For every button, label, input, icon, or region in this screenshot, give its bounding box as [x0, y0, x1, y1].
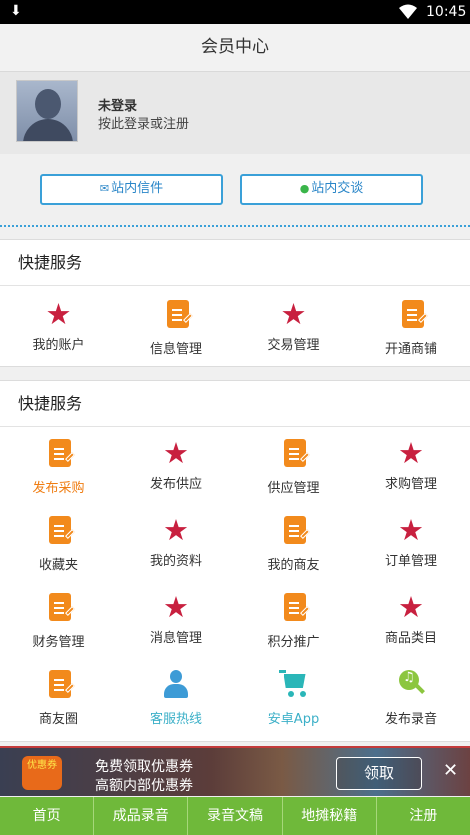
status-bar: ⬇ 10:45: [0, 0, 470, 24]
service-label: 发布录音: [384, 712, 437, 727]
tab-finished-recordings[interactable]: 成品录音: [94, 797, 189, 835]
avatar: [16, 80, 78, 142]
profile-name: 未登录: [98, 99, 138, 114]
status-time: 10:45: [426, 4, 467, 20]
wave-divider: [0, 225, 470, 229]
quick-services-section-1: 快捷服务 ★ 我的账户 信息管理 ★ 交易管理 开通商铺: [0, 239, 470, 367]
ad-line-2: 高额内部优惠券: [95, 778, 193, 794]
service-label: 财务管理: [32, 635, 85, 650]
star-icon: ★: [163, 436, 189, 470]
service-item[interactable]: 发布录音: [353, 670, 470, 727]
service-label: 求购管理: [384, 477, 437, 492]
doc-edit-icon: [49, 670, 75, 698]
service-item[interactable]: ★ 商品类目: [353, 590, 470, 647]
service-item[interactable]: ★ 我的账户: [0, 297, 117, 354]
service-label: 商友圈: [38, 712, 78, 727]
cart-icon: [278, 670, 309, 698]
service-item[interactable]: ★ 订单管理: [353, 513, 470, 570]
service-label: 客服热线: [149, 712, 202, 727]
quick-services-section-2: 快捷服务 发布采购 ★ 发布供应 供应管理 ★ 求购管理收藏夹 ★ 我的资料 我的商友 ★ 订单管理…: [0, 380, 470, 742]
service-label: 消息管理: [149, 631, 202, 646]
service-item[interactable]: 商友圈: [0, 670, 117, 727]
star-icon: ★: [280, 297, 307, 331]
section-title: 快捷服务: [0, 240, 470, 286]
star-icon: ★: [45, 297, 72, 331]
tab-stall-tips[interactable]: 地摊秘籍: [283, 797, 377, 835]
wifi-icon: [399, 4, 417, 19]
service-label: 开通商铺: [384, 342, 437, 357]
mail-icon: ✉: [99, 182, 110, 195]
service-item[interactable]: 积分推广: [235, 593, 352, 650]
service-item[interactable]: 安卓App: [235, 670, 352, 727]
service-label: 交易管理: [267, 338, 320, 353]
coupon-ad-banner[interactable]: 优惠券 免费领取优惠券 高额内部优惠券 领取 ✕: [0, 746, 470, 796]
service-label: 我的账户: [32, 338, 85, 353]
service-label: 我的商友: [267, 558, 320, 573]
service-label: 信息管理: [149, 342, 202, 357]
service-label: 安卓App: [267, 712, 320, 727]
star-icon: ★: [398, 513, 424, 547]
service-label: 供应管理: [267, 481, 320, 496]
login-profile-area[interactable]: [0, 72, 470, 154]
chat-icon: ●: [299, 182, 310, 195]
close-icon[interactable]: ✕: [443, 760, 458, 781]
service-label: 发布供应: [149, 477, 202, 492]
doc-edit-icon: [401, 300, 428, 328]
service-item[interactable]: ★ 我的资料: [118, 513, 235, 570]
service-label: 积分推广: [267, 635, 320, 650]
tab-home[interactable]: 首页: [0, 797, 95, 835]
service-label: 我的资料: [149, 554, 202, 569]
doc-edit-icon: [284, 593, 310, 621]
star-icon: ★: [163, 590, 189, 624]
coupon-logo: 优惠券: [22, 756, 62, 790]
service-item[interactable]: 财务管理: [0, 593, 117, 650]
profile-login-hint[interactable]: 按此登录或注册: [98, 113, 189, 132]
service-item[interactable]: ★ 求购管理: [353, 436, 470, 493]
service-item[interactable]: ★ 消息管理: [118, 590, 235, 647]
service-item[interactable]: 信息管理: [118, 300, 235, 357]
service-item[interactable]: 客服热线: [118, 670, 235, 727]
service-item[interactable]: ★ 交易管理: [235, 297, 352, 354]
star-icon: ★: [163, 513, 189, 547]
service-item[interactable]: 收藏夹: [0, 516, 117, 573]
service-label: 商品类目: [384, 631, 437, 646]
service-item[interactable]: 开通商铺: [353, 300, 470, 357]
bottom-tab-bar: 首页 成品录音 录音文稿 地摊秘籍 注册: [0, 797, 470, 835]
section-title: 快捷服务: [0, 381, 470, 427]
download-icon: ⬇: [10, 3, 22, 19]
page-title: 会员中心: [0, 24, 470, 72]
service-label: 发布采购: [32, 481, 85, 496]
site-mail-button[interactable]: ✉ 站内信件: [40, 174, 223, 205]
ad-line-1: 免费领取优惠券: [95, 759, 193, 775]
claim-button[interactable]: 领取: [336, 757, 422, 790]
person-icon: [162, 670, 190, 698]
service-item[interactable]: ★ 发布供应: [118, 436, 235, 493]
service-item[interactable]: 我的商友: [235, 516, 352, 573]
doc-edit-icon: [284, 439, 310, 467]
doc-edit-icon: [49, 439, 75, 467]
record-icon: [397, 670, 425, 698]
doc-edit-icon: [49, 593, 75, 621]
star-icon: ★: [398, 436, 424, 470]
service-item[interactable]: 发布采购: [0, 439, 117, 496]
site-chat-button[interactable]: ● 站内交谈: [240, 174, 423, 205]
doc-edit-icon: [49, 516, 75, 544]
tab-register[interactable]: 注册: [377, 797, 470, 835]
service-label: 订单管理: [384, 554, 437, 569]
doc-edit-icon: [284, 516, 310, 544]
doc-edit-icon: [166, 300, 193, 328]
star-icon: ★: [398, 590, 424, 624]
tab-recording-scripts[interactable]: 录音文稿: [188, 797, 283, 835]
service-label: 收藏夹: [38, 558, 78, 573]
service-item[interactable]: 供应管理: [235, 439, 352, 496]
